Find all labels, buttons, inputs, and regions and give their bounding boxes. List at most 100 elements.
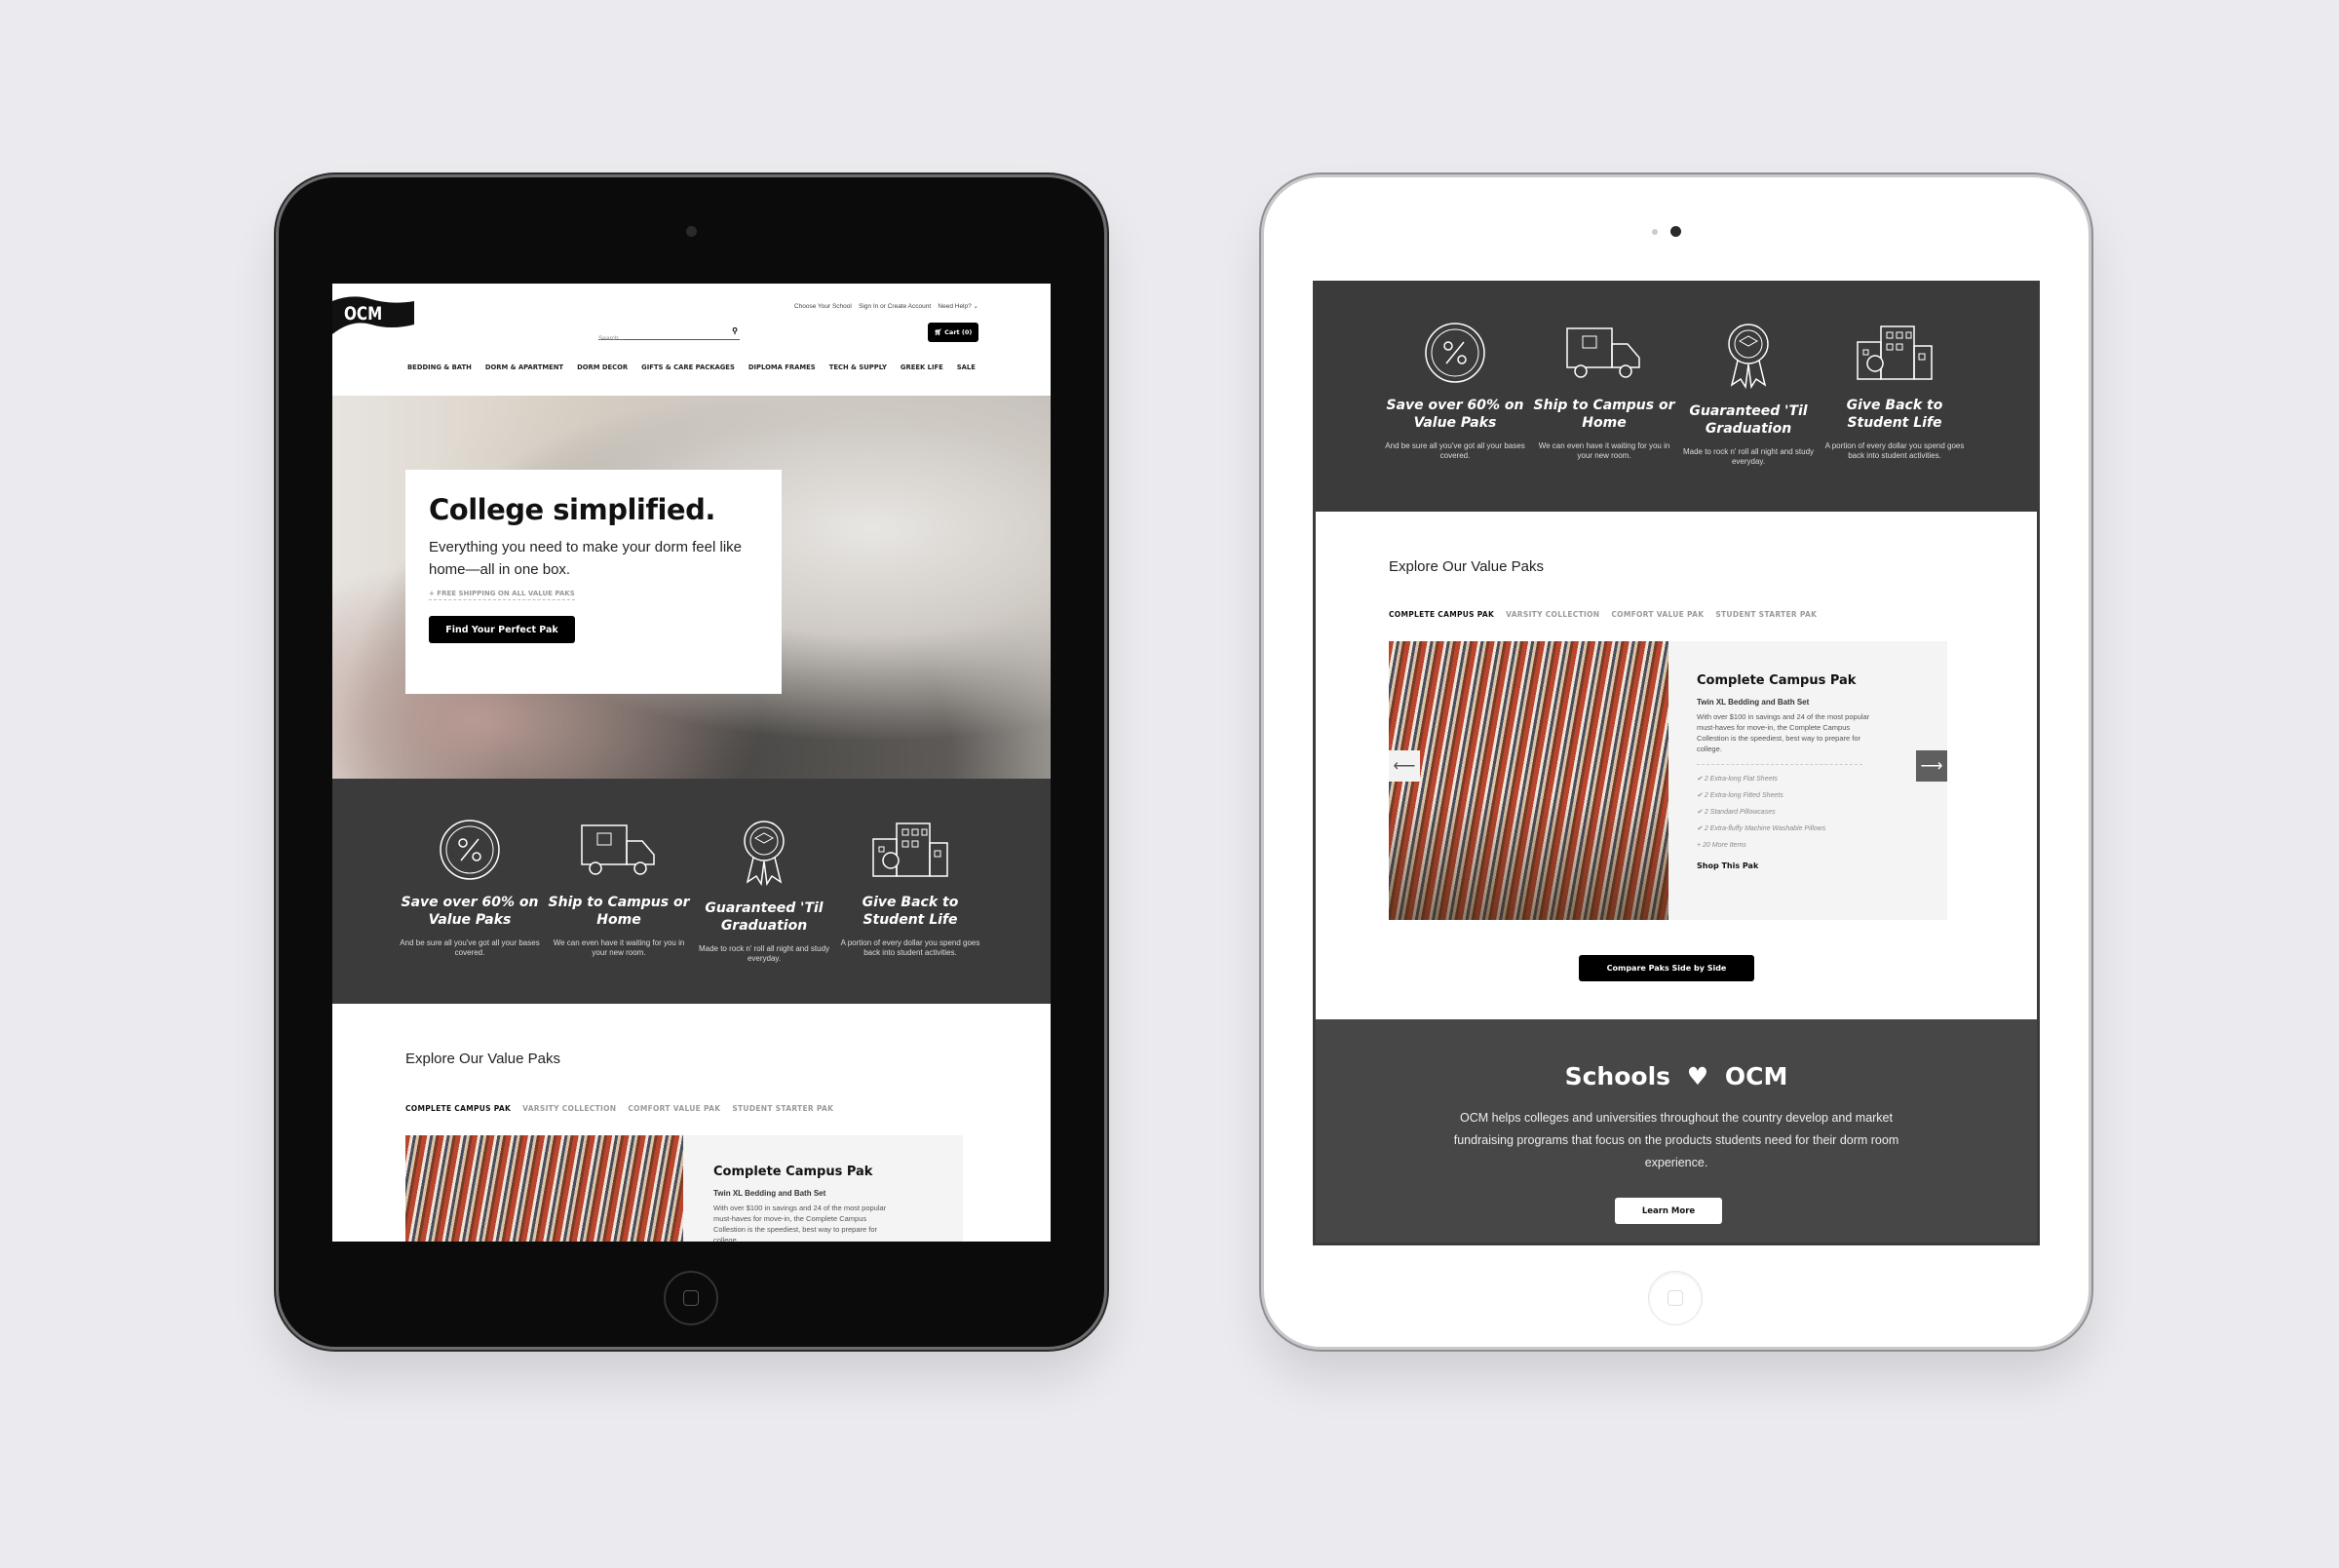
sensor xyxy=(1652,229,1658,235)
hero-subtitle: Everything you need to make your dorm fe… xyxy=(429,539,742,578)
feature-title: Give Back to Student Life xyxy=(1846,398,1943,431)
pak-title: Complete Campus Pak xyxy=(1697,673,1857,688)
tab-student-starter-pak[interactable]: STUDENT STARTER PAK xyxy=(1715,610,1817,619)
create-account-link[interactable]: Create Account xyxy=(888,303,931,310)
feature-guarantee: Guaranteed 'Til Graduation Made to rock n… xyxy=(1675,321,1821,467)
feature-desc: We can even have it waiting for you in y… xyxy=(553,938,685,957)
nav-tech-supply[interactable]: TECH & SUPPLY xyxy=(829,363,887,371)
feature-title: Save over 60% on Value Paks xyxy=(1386,398,1524,431)
need-help-link[interactable]: Need Help? xyxy=(938,303,971,310)
features-band: Save over 60% on Value Paks And be sure a… xyxy=(1316,284,2037,512)
check-icon: ✔ xyxy=(1697,776,1703,783)
feature-desc: A portion of every dollar you spend goes… xyxy=(1824,441,1965,460)
free-shipping-note: + FREE SHIPPING ON ALL VALUE PAKS xyxy=(429,590,575,600)
building-icon xyxy=(1857,325,1933,380)
check-icon: ✔ xyxy=(1697,825,1703,832)
home-square-icon xyxy=(683,1290,699,1306)
pak-items: ✔ 2 Extra-long Flat Sheets ✔ 2 Extra-lon… xyxy=(1697,771,1877,854)
main-nav: BEDDING & BATH DORM & APARTMENT DORM DEC… xyxy=(407,363,976,371)
tab-varsity-collection[interactable]: VARSITY COLLECTION xyxy=(1506,610,1599,619)
pak-title: Complete Campus Pak xyxy=(713,1165,873,1179)
feature-desc: Made to rock n' roll all night and study… xyxy=(698,944,830,963)
pak-item-text: 2 Extra-fluffy Machine Washable Pillows xyxy=(1704,825,1826,832)
home-button[interactable] xyxy=(1648,1271,1703,1325)
site-header: OCM Choose Your School Sign In or Create… xyxy=(332,284,1051,396)
feature-title: Give Back to Student Life xyxy=(862,895,959,928)
divider xyxy=(1697,764,1862,765)
home-button[interactable] xyxy=(664,1271,718,1325)
nav-sale[interactable]: SALE xyxy=(957,363,976,371)
check-icon: ✔ xyxy=(1697,792,1703,799)
left-screen: OCM Choose Your School Sign In or Create… xyxy=(332,284,1051,1242)
hero-card: College simplified. Everything you need … xyxy=(405,470,782,694)
pak-image xyxy=(405,1135,683,1242)
find-your-perfect-pak-button[interactable]: Find Your Perfect Pak xyxy=(429,616,575,643)
more-items-link[interactable]: + 20 More Items xyxy=(1697,837,1877,854)
nav-dorm-decor[interactable]: DORM DECOR xyxy=(577,363,628,371)
truck-icon xyxy=(1566,327,1640,378)
explore-title: Explore Our Value Paks xyxy=(405,1051,560,1067)
cart-icon: 🛒︎ xyxy=(934,328,942,336)
nav-diploma-frames[interactable]: DIPLOMA FRAMES xyxy=(748,363,816,371)
nav-gifts-care-packages[interactable]: GIFTS & CARE PACKAGES xyxy=(641,363,735,371)
pak-details: Complete Campus Pak Twin XL Bedding and … xyxy=(1697,673,1877,870)
feature-desc: A portion of every dollar you spend goes… xyxy=(840,938,980,957)
feature-value-paks: Save over 60% on Value Paks And be sure a… xyxy=(1382,321,1528,461)
cart-button[interactable]: 🛒︎ Cart (0) xyxy=(928,323,978,342)
prev-arrow-button[interactable]: ⟵ xyxy=(1389,750,1420,782)
nav-greek-life[interactable]: GREEK LIFE xyxy=(901,363,943,371)
feature-desc: Made to rock n' roll all night and study… xyxy=(1682,447,1815,466)
features-band: Save over 60% on Value Paks And be sure a… xyxy=(332,779,1051,1004)
schools-title-right: OCM xyxy=(1724,1062,1788,1090)
tab-complete-campus-pak[interactable]: COMPLETE CAMPUS PAK xyxy=(1389,610,1494,619)
tab-comfort-value-pak[interactable]: COMFORT VALUE PAK xyxy=(1611,610,1704,619)
feature-title: Guaranteed 'Til Graduation xyxy=(705,900,824,934)
nav-dorm-apartment[interactable]: DORM & APARTMENT xyxy=(485,363,563,371)
ocm-logo[interactable]: OCM xyxy=(332,295,414,338)
search-input[interactable]: Search... ⚲ xyxy=(598,326,740,342)
shop-this-pak-link[interactable]: Shop This Pak xyxy=(1697,861,1877,870)
feature-desc: And be sure all you've got all your base… xyxy=(400,938,540,957)
top-links: Choose Your School Sign In or Create Acc… xyxy=(794,302,978,310)
choose-school-link[interactable]: Choose Your School xyxy=(794,303,852,310)
feature-desc: And be sure all you've got all your base… xyxy=(1385,441,1525,460)
hero-image: College simplified. Everything you need … xyxy=(332,396,1051,779)
cart-label: Cart (0) xyxy=(944,328,973,336)
learn-more-button[interactable]: Learn More xyxy=(1615,1198,1722,1224)
nav-bedding-bath[interactable]: BEDDING & BATH xyxy=(407,363,472,371)
tab-comfort-value-pak[interactable]: COMFORT VALUE PAK xyxy=(628,1104,720,1113)
building-icon xyxy=(872,822,948,877)
pak-item: ✔ 2 Extra-long Fitted Sheets xyxy=(1697,787,1877,804)
heart-icon: ♥ xyxy=(1686,1062,1709,1090)
arrow-right-icon: ⟶ xyxy=(1920,758,1943,775)
camera xyxy=(686,226,697,237)
pak-description: With over $100 in savings and 24 of the … xyxy=(713,1204,887,1242)
search-placeholder: Search... xyxy=(598,335,625,342)
chevron-down-icon: ⌄ xyxy=(973,303,978,310)
schools-band: Schools ♥ OCM OCM helps colleges and uni… xyxy=(1316,1019,2037,1243)
next-arrow-button[interactable]: ⟶ xyxy=(1916,750,1947,782)
feature-title: Guaranteed 'Til Graduation xyxy=(1689,403,1808,437)
compare-paks-button[interactable]: Compare Paks Side by Side xyxy=(1579,955,1754,981)
pak-item: ✔ 2 Extra-long Flat Sheets xyxy=(1697,771,1877,787)
pak-details: Complete Campus Pak Twin XL Bedding and … xyxy=(713,1165,894,1242)
tab-varsity-collection[interactable]: VARSITY COLLECTION xyxy=(522,1104,616,1113)
search-icon[interactable]: ⚲ xyxy=(732,326,738,335)
right-screen: Save over 60% on Value Paks And be sure a… xyxy=(1313,281,2040,1245)
schools-title-left: Schools xyxy=(1564,1062,1671,1090)
feature-give-back: Give Back to Student Life A portion of ev… xyxy=(1821,321,1968,461)
pak-description: With over $100 in savings and 24 of the … xyxy=(1697,712,1870,753)
feature-give-back: Give Back to Student Life A portion of ev… xyxy=(837,818,983,958)
feature-title: Ship to Campus or Home xyxy=(548,895,690,928)
pak-tabs: COMPLETE CAMPUS PAK VARSITY COLLECTION COM… xyxy=(1389,604,1828,622)
tab-complete-campus-pak[interactable]: COMPLETE CAMPUS PAK xyxy=(405,1104,511,1113)
sign-in-link[interactable]: Sign In xyxy=(859,303,878,310)
feature-value-paks: Save over 60% on Value Paks And be sure a… xyxy=(397,818,543,958)
arrow-left-icon: ⟵ xyxy=(1393,758,1416,775)
schools-title: Schools ♥ OCM xyxy=(1316,1062,2037,1090)
pak-card: ⟵ ⟶ Complete Campus Pak Twin XL Bedding … xyxy=(1389,641,1947,920)
pak-subtitle: Twin XL Bedding and Bath Set xyxy=(1697,698,1810,707)
tab-student-starter-pak[interactable]: STUDENT STARTER PAK xyxy=(732,1104,833,1113)
explore-title: Explore Our Value Paks xyxy=(1389,558,1544,575)
feature-ship: Ship to Campus or Home We can even have i… xyxy=(546,818,692,958)
